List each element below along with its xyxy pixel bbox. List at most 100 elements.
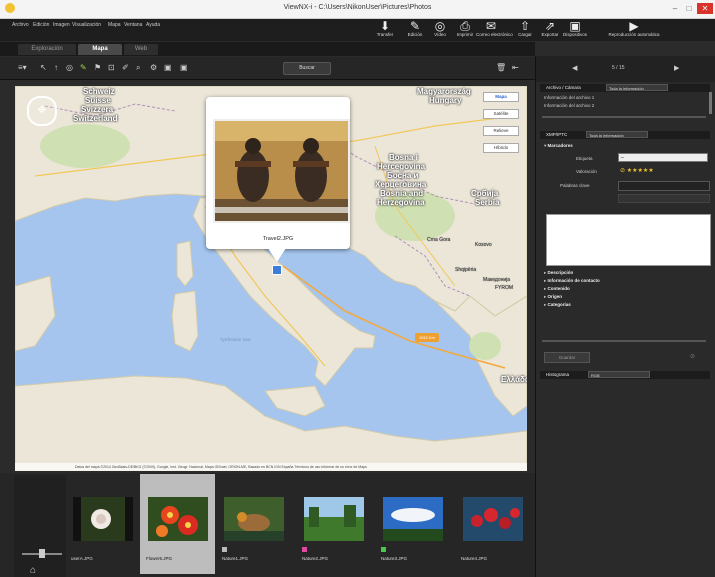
thumbnail-name: Nature4.JPG xyxy=(461,556,488,561)
flag-icon[interactable]: ⚑ xyxy=(94,63,101,72)
thumbnail-image xyxy=(73,497,133,541)
map-label-macedonia: Македонија xyxy=(483,277,511,283)
toolbar-label: Correo electrónico xyxy=(476,32,513,37)
histogram-channel-select[interactable]: RGB xyxy=(588,371,650,378)
menu-mapa[interactable]: Mapa xyxy=(108,22,121,28)
next-icon[interactable]: ▶ xyxy=(674,64,679,72)
section-origen[interactable]: ▸ Origen xyxy=(544,294,562,300)
section-categorias[interactable]: ▸ Categorías xyxy=(544,302,571,308)
etiqueta-select[interactable]: – xyxy=(618,153,708,162)
toolbar-button-devices[interactable]: ▣ Dispositivos xyxy=(560,20,590,40)
thumbnail-name: Nature2.JPG xyxy=(302,556,329,561)
toolbar-button-transfer[interactable]: ⬇ Transfer xyxy=(370,20,400,40)
home-icon[interactable]: ⌂ xyxy=(30,565,36,576)
file-camera-title: Archivo / Cámara xyxy=(546,85,581,90)
thumbnail-name: userA.JPG xyxy=(71,556,93,561)
zoom-icon[interactable]: ⌕ xyxy=(136,63,140,73)
settings-icon[interactable]: ⚙ xyxy=(150,63,157,72)
tab-mapa[interactable]: Mapa xyxy=(78,44,122,55)
map-label-bosna-6: Herzegovina xyxy=(377,198,425,207)
map-label-serbia: Serbia xyxy=(475,198,500,207)
pointer-icon[interactable]: ↖ xyxy=(40,63,47,72)
map-label-hungary: Hungary xyxy=(429,96,462,105)
menu-edicion[interactable]: Edición xyxy=(33,22,49,28)
menu-imagen[interactable]: Imagen xyxy=(53,22,70,28)
map-label-bosna-2: Hercegovina xyxy=(377,162,426,171)
lock-icon[interactable]: ⊘ xyxy=(690,353,695,360)
toolbar-label: Transfer xyxy=(376,32,394,37)
save-metadata-button[interactable]: Guardar xyxy=(544,352,590,363)
xmp-select[interactable]: Toda la información xyxy=(586,131,648,138)
toolbar-button-slideshow[interactable]: ▶ Reproducción automática xyxy=(600,20,668,40)
keywords-field[interactable] xyxy=(618,181,710,191)
map-type-mapa[interactable]: Mapa xyxy=(483,92,519,102)
thumbnail-item[interactable]: userA.JPG xyxy=(65,474,140,574)
page-indicator: 5 / 15 xyxy=(612,65,625,71)
pin-icon[interactable]: ↑ xyxy=(54,63,58,72)
transfer-icon: ⬇ xyxy=(379,19,391,33)
file-info-row-2[interactable]: Información del archivo 2 xyxy=(544,103,594,108)
photo-marker-icon[interactable] xyxy=(272,265,282,275)
map-type-satelite[interactable]: Satélite xyxy=(483,109,519,119)
compass-icon[interactable]: ◎ xyxy=(66,63,73,72)
menu-ventana[interactable]: Ventana xyxy=(124,22,142,28)
xmp-title: XMP/IPTC xyxy=(546,132,568,137)
collapse-icon[interactable]: ⇤ xyxy=(512,63,519,72)
view-tabs: Exploración Mapa Web xyxy=(0,42,535,56)
thumbnail-item[interactable]: Nature4.JPG xyxy=(455,474,530,574)
search-button[interactable]: Buscar xyxy=(283,62,331,75)
menu-visualizacion[interactable]: Visualización xyxy=(72,22,101,28)
prev-icon[interactable]: ◀ xyxy=(572,64,577,72)
section-contenido[interactable]: ▸ Contenido xyxy=(544,286,570,292)
color-label xyxy=(381,547,386,552)
close-button[interactable]: ✕ xyxy=(697,3,713,14)
minimize-button[interactable]: – xyxy=(668,3,682,14)
toolbar-button-mail[interactable]: ✉ Correo electrónico xyxy=(476,20,513,40)
thumbnail-item-selected[interactable]: Flower5.JPG xyxy=(140,474,215,574)
description-textarea[interactable] xyxy=(546,214,711,266)
marcadores-label: ▾ Marcadores xyxy=(544,143,573,148)
devices-icon: ▣ xyxy=(569,19,581,33)
thumbnail-item[interactable]: Nature2.JPG xyxy=(296,474,371,574)
map-label-fyrom: FYROM xyxy=(495,285,514,291)
color-label xyxy=(302,547,307,552)
tab-web[interactable]: Web xyxy=(124,44,158,55)
keywords-button[interactable] xyxy=(618,194,710,203)
valoracion-label: Valoración xyxy=(576,169,597,174)
thumbnail-image xyxy=(224,497,284,541)
map-type-relieve[interactable]: Relieve xyxy=(483,126,519,136)
window-title: ViewNX-i - C:\Users\NikonUser\Pictures\P… xyxy=(283,4,432,11)
thumbnail-name: Flower5.JPG xyxy=(146,556,173,561)
map-label-greece: Ελλάδα xyxy=(501,375,527,384)
rating-stars[interactable]: ⊘ ★★★★★ xyxy=(620,167,654,174)
panel-scrollbar[interactable] xyxy=(709,92,712,114)
thumbnail-item[interactable]: Nature3.JPG xyxy=(375,474,450,574)
film-icon[interactable]: ▣ xyxy=(164,63,172,72)
pan-control-icon[interactable]: ✥ xyxy=(27,96,57,126)
track-icon[interactable]: ✎ xyxy=(80,63,87,72)
tab-exploracion[interactable]: Exploración xyxy=(18,44,76,55)
maximize-button[interactable]: □ xyxy=(682,3,696,14)
thumbnail-name: Nature3.JPG xyxy=(381,556,408,561)
section-categorias-text: Categorías xyxy=(547,302,571,307)
map-attribution: Datos del mapa ©2014 GeoBasis-DE/BKG (©2… xyxy=(15,463,527,471)
menu-ayuda[interactable]: Ayuda xyxy=(146,22,160,28)
file-info-row-1[interactable]: Información del archivo 1 xyxy=(544,95,594,100)
thumbnail-image xyxy=(148,497,208,541)
photo-icon[interactable]: ▣ xyxy=(180,63,188,72)
section-contacto[interactable]: ▸ Información de contacto xyxy=(544,278,600,284)
view-mode-icon[interactable]: ≡▾ xyxy=(18,63,27,72)
section-descripcion[interactable]: ▸ Descripción xyxy=(544,270,573,276)
trash-icon[interactable]: 🗑 xyxy=(496,63,506,72)
popup-photo[interactable] xyxy=(213,119,350,223)
zoom-slider-handle[interactable] xyxy=(39,549,45,558)
section-descripcion-text: Descripción xyxy=(547,270,574,275)
metadata-panel: ◀ 5 / 15 ▶ Archivo / Cámara Toda la info… xyxy=(535,56,715,577)
map-type-hibrido[interactable]: Híbrido xyxy=(483,143,519,153)
thumbnail-item[interactable]: Nature1.JPG xyxy=(216,474,291,574)
file-info-select[interactable]: Toda la información xyxy=(606,84,668,91)
menu-archivo[interactable]: Archivo xyxy=(12,22,29,28)
map-label-montenegro: Crna Gora xyxy=(427,237,451,243)
crop-icon[interactable]: ⊡ xyxy=(108,63,115,72)
edit-point-icon[interactable]: ✐ xyxy=(122,63,129,72)
